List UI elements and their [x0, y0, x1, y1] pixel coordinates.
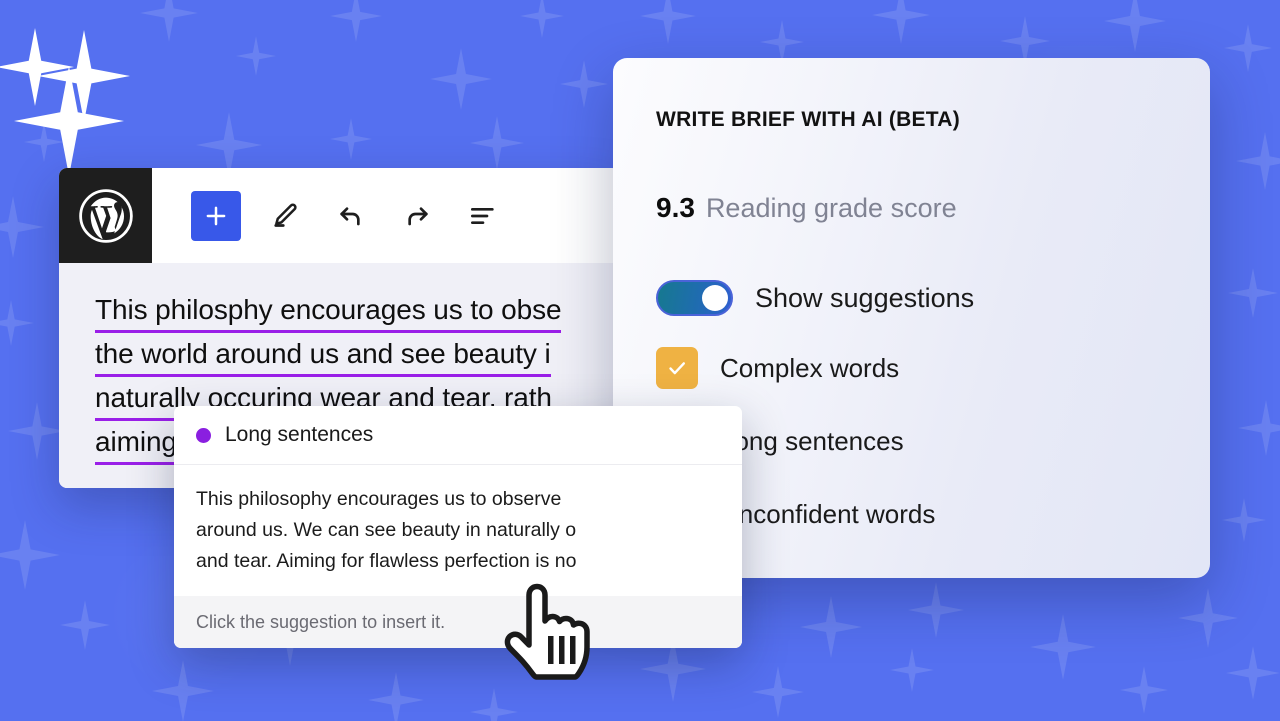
complex-words-checkbox[interactable]	[656, 347, 698, 389]
filter-row-complex-words[interactable]: Complex words	[656, 347, 1210, 389]
toggle-knob	[702, 285, 728, 311]
suggestion-text-line: around us. We can see beauty in naturall…	[196, 519, 577, 541]
sparkle-icon	[640, 0, 696, 44]
sparkle-icon	[1120, 666, 1168, 714]
suggestion-header: Long sentences	[174, 406, 742, 465]
show-suggestions-toggle[interactable]	[656, 280, 733, 316]
redo-arrow-icon	[408, 206, 428, 225]
long-sentences-label: Long sentences	[720, 425, 904, 456]
editor-toolbar	[59, 168, 619, 263]
score-label: Reading grade score	[705, 193, 957, 223]
sparkle-icon	[152, 660, 214, 721]
suggestion-text-line: and tear. Aiming for flawless perfection…	[196, 550, 577, 572]
panel-title: WRITE BRIEF WITH AI (BETA)	[656, 108, 960, 131]
edit-tool-button[interactable]	[263, 194, 307, 238]
category-dot-icon	[196, 427, 211, 443]
suggestion-text-line: This philosophy encourages us to observe	[196, 488, 562, 510]
sparkle-icon	[908, 582, 964, 638]
editor-text-line: the world around us and see beauty i	[95, 334, 551, 377]
sparkle-icon	[560, 60, 608, 108]
sparkle-icon	[800, 596, 862, 658]
sparkle-icon	[430, 48, 492, 110]
sparkle-icon	[60, 600, 110, 650]
show-suggestions-row[interactable]: Show suggestions	[656, 280, 1210, 316]
sparkle-icon	[1224, 24, 1272, 72]
sparkle-icon	[330, 0, 382, 42]
sparkle-icon	[752, 666, 804, 718]
sparkle-icon	[1178, 588, 1238, 648]
sparkle-icon	[1104, 0, 1166, 52]
suggestion-footer-hint: Click the suggestion to insert it.	[174, 596, 742, 648]
complex-words-label: Complex words	[720, 352, 900, 383]
suggestion-popup[interactable]: Long sentences This philosophy encourage…	[174, 406, 742, 648]
sparkle-icon	[0, 196, 44, 258]
document-outline-button[interactable]	[461, 194, 505, 238]
plus-icon	[206, 206, 226, 225]
sparkle-icon	[1030, 614, 1096, 680]
editor-toolbar-icons	[152, 168, 505, 263]
sparkle-icon	[140, 0, 198, 42]
redo-button[interactable]	[395, 194, 439, 238]
sparkle-icon	[520, 0, 564, 38]
suggestion-category-title: Long sentences	[225, 423, 374, 446]
sparkle-icon	[8, 402, 66, 460]
sparkle-icon	[1228, 268, 1278, 318]
score-value: 9.3	[656, 192, 695, 223]
sparkle-icon	[38, 30, 130, 122]
sparkle-icon	[0, 28, 74, 106]
sparkle-icon	[236, 36, 276, 76]
sparkle-icon	[470, 116, 524, 170]
sparkle-icon	[470, 688, 518, 721]
show-suggestions-label: Show suggestions	[755, 282, 975, 313]
sparkle-icon	[330, 118, 372, 160]
editor-text-line: aiming	[95, 422, 177, 465]
sparkle-icon	[14, 66, 124, 176]
sparkle-icon	[1236, 132, 1280, 190]
sparkle-icon	[1226, 646, 1280, 700]
sparkle-icon	[1238, 400, 1280, 456]
undo-arrow-icon	[340, 206, 360, 225]
sparkle-icon	[0, 300, 34, 346]
reading-grade-score: 9.3 Reading grade score	[656, 192, 1210, 224]
check-icon	[669, 362, 685, 375]
editor-text-line: This philosphy encourages us to obse	[95, 290, 562, 333]
add-block-button[interactable]	[191, 190, 241, 241]
suggestion-text[interactable]: This philosophy encourages us to observe…	[174, 465, 742, 596]
wordpress-logo-icon[interactable]	[59, 168, 152, 263]
undo-button[interactable]	[329, 194, 373, 238]
sparkle-icon	[368, 672, 424, 721]
unconfident-words-label: Unconfident words	[720, 498, 936, 529]
sparkle-icon	[872, 0, 930, 44]
sparkle-icon	[890, 648, 934, 692]
sparkle-icon	[1222, 498, 1266, 542]
sparkle-icon	[0, 520, 60, 590]
pencil-icon	[274, 203, 297, 227]
list-view-icon	[471, 207, 494, 224]
screenshot-stage: This philosphy encourages us to obse the…	[0, 0, 1280, 721]
